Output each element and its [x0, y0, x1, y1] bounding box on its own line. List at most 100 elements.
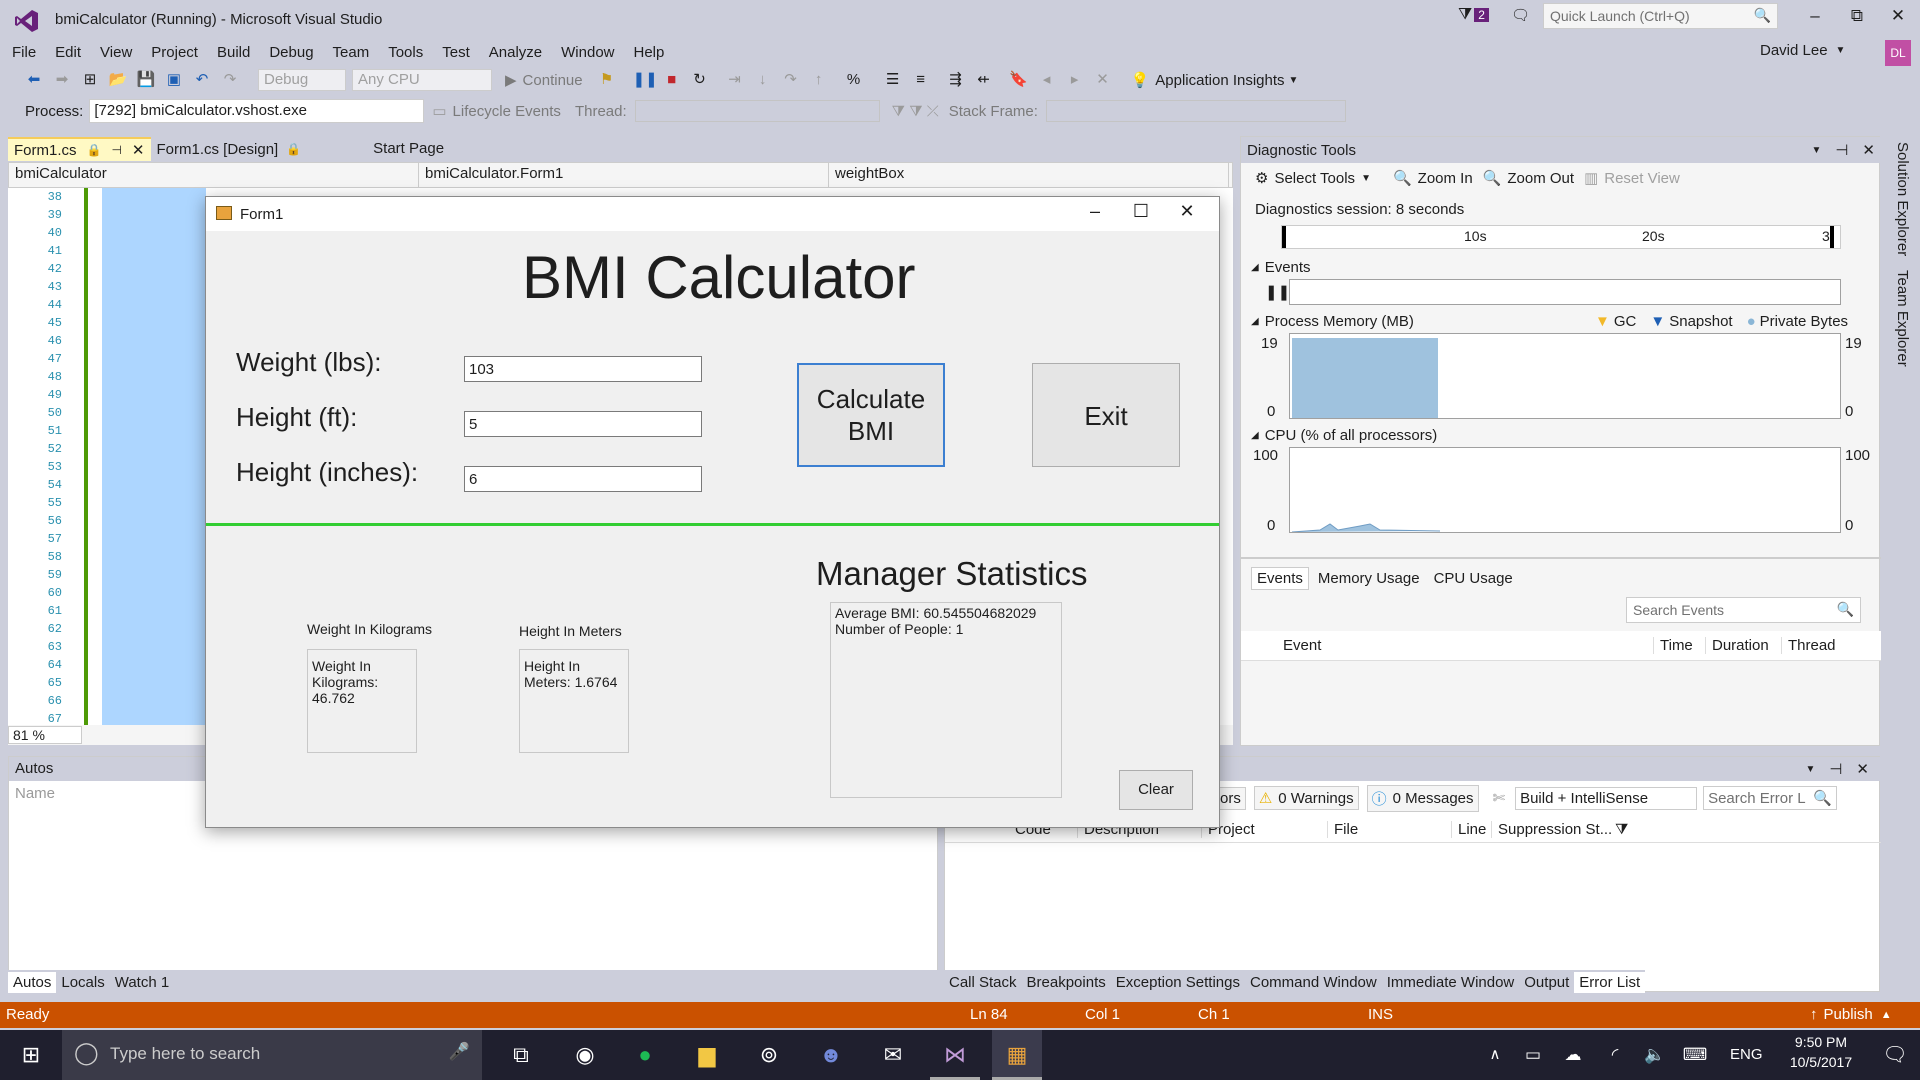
steam-icon[interactable]: ⊚	[744, 1030, 794, 1080]
height-ft-input[interactable]: 5	[464, 411, 702, 437]
form-minimize-button[interactable]: –	[1072, 201, 1118, 227]
tab-watch-1[interactable]: Watch 1	[110, 972, 174, 993]
warnings-filter[interactable]: ⚠ 0 Warnings	[1253, 786, 1359, 810]
timeline-ruler[interactable]: 10s 20s 3	[1281, 225, 1841, 249]
notifications-button[interactable]: ⧩ 2 🗨	[1458, 6, 1530, 24]
column-time[interactable]: Time	[1653, 637, 1705, 654]
tab-cpu-usage[interactable]: CPU Usage	[1429, 568, 1518, 589]
thread-dropdown[interactable]	[634, 100, 880, 122]
menu-help[interactable]: Help	[634, 44, 665, 61]
tab-solution-explorer[interactable]: Solution Explorer	[1894, 142, 1911, 256]
column-suppression[interactable]: Suppression St...	[1491, 821, 1615, 838]
tab-autos[interactable]: Autos	[8, 971, 57, 993]
column-name[interactable]: Name	[15, 785, 55, 802]
events-section[interactable]: ◢ Events	[1251, 259, 1311, 276]
clear-button[interactable]: Clear	[1119, 770, 1193, 810]
minimize-button[interactable]: –	[1795, 6, 1835, 26]
menu-build[interactable]: Build	[217, 44, 250, 61]
avatar[interactable]: DL	[1885, 40, 1911, 66]
hex-toggle-icon[interactable]: %	[843, 69, 865, 91]
chevron-down-icon[interactable]: ▼	[1811, 145, 1821, 156]
maximize-button[interactable]: ⧉	[1837, 6, 1877, 26]
select-tools-button[interactable]: ⚙ Select Tools ▼	[1255, 169, 1371, 188]
platform-dropdown[interactable]: Any CPU	[352, 69, 492, 91]
mail-icon[interactable]: ✉	[868, 1030, 918, 1080]
tab-error-list[interactable]: Error List	[1574, 971, 1646, 993]
windows-start-icon[interactable]: ⊞	[6, 1030, 56, 1080]
memory-section[interactable]: ◢ Process Memory (MB)	[1251, 313, 1414, 330]
restart-icon[interactable]: ↻	[689, 69, 711, 91]
clock[interactable]: 9:50 PM 10/5/2017	[1780, 1034, 1862, 1070]
show-next-statement-icon[interactable]: ⇥	[724, 69, 746, 91]
tab-team-explorer[interactable]: Team Explorer	[1894, 270, 1911, 367]
step-out-icon[interactable]: ↑	[808, 69, 830, 91]
open-file-icon[interactable]: 📂	[107, 69, 129, 91]
class-dropdown[interactable]: bmiCalculator.Form1	[419, 163, 829, 187]
lifecycle-events-dropdown[interactable]: Lifecycle Events	[453, 103, 561, 120]
weight-input[interactable]: 103	[464, 356, 702, 382]
close-icon[interactable]: ✕	[1856, 760, 1869, 778]
keyboard-icon[interactable]: ⌨	[1670, 1030, 1720, 1080]
tab-breakpoints[interactable]: Breakpoints	[1022, 972, 1111, 993]
outdent-icon[interactable]: ⇷	[973, 69, 995, 91]
stop-icon[interactable]: ■	[661, 69, 683, 91]
continue-button[interactable]: ▶ Continue	[505, 71, 583, 90]
prev-bookmark-icon[interactable]: ◂	[1036, 69, 1058, 91]
selected-code-block[interactable]	[102, 188, 206, 728]
menu-tools[interactable]: Tools	[388, 44, 423, 61]
pause-icon[interactable]: ❚❚	[633, 69, 658, 91]
menu-project[interactable]: Project	[151, 44, 198, 61]
tab-locals[interactable]: Locals	[56, 972, 109, 993]
chevron-down-icon[interactable]: ▼	[1805, 764, 1815, 775]
close-icon[interactable]: ✕	[1862, 141, 1875, 159]
zoom-in-button[interactable]: 🔍 Zoom In	[1393, 169, 1473, 188]
discord-icon[interactable]: ☻	[806, 1030, 856, 1080]
stack-frame-dropdown[interactable]	[1045, 100, 1346, 122]
pin-icon[interactable]: ⊣	[1829, 760, 1842, 778]
menu-analyze[interactable]: Analyze	[489, 44, 542, 61]
pause-icon[interactable]: ❚❚	[1265, 283, 1290, 301]
undo-icon[interactable]: ↶	[191, 69, 213, 91]
bookmark-icon[interactable]: 🔖	[1008, 69, 1030, 91]
zoom-out-button[interactable]: 🔍 Zoom Out	[1483, 169, 1574, 188]
taskbar-search-box[interactable]: ◯ Type here to search 🎤	[62, 1030, 482, 1080]
file-explorer-icon[interactable]: ▆	[682, 1030, 732, 1080]
menu-edit[interactable]: Edit	[55, 44, 81, 61]
calculate-bmi-button[interactable]: Calculate BMI	[797, 363, 945, 467]
indent-icon[interactable]: ⇶	[945, 69, 967, 91]
tab-start-page[interactable]: Start Page	[367, 137, 450, 161]
save-all-icon[interactable]: ▣	[163, 69, 185, 91]
member-dropdown[interactable]: weightBox	[829, 163, 1229, 187]
new-project-icon[interactable]: ⊞	[79, 69, 101, 91]
action-center-icon[interactable]: 🗨	[1870, 1030, 1920, 1080]
column-event[interactable]: Event	[1283, 637, 1653, 654]
cpu-section[interactable]: ◢ CPU (% of all processors)	[1251, 427, 1437, 444]
publish-button[interactable]: ↑ Publish ▲	[1810, 1006, 1892, 1023]
step-over-icon[interactable]: ↷	[780, 69, 802, 91]
form-maximize-button[interactable]: ☐	[1118, 201, 1164, 227]
tab-form1-cs[interactable]: Form1.cs 🔒 ⊣ ✕	[8, 137, 151, 161]
language-indicator[interactable]: ENG	[1730, 1046, 1763, 1063]
filter-icon[interactable]: ⧩ ⧩ ⤫	[892, 103, 939, 120]
menu-file[interactable]: File	[12, 44, 36, 61]
clear-filter-icon[interactable]: ✄	[1493, 789, 1506, 807]
messages-filter[interactable]: ⓘ 0 Messages	[1366, 784, 1479, 812]
save-icon[interactable]: 💾	[135, 69, 157, 91]
tab-immediate-window[interactable]: Immediate Window	[1382, 972, 1520, 993]
clear-bookmarks-icon[interactable]: ✕	[1092, 69, 1114, 91]
tab-call-stack[interactable]: Call Stack	[944, 972, 1022, 993]
column-file[interactable]: File	[1327, 821, 1451, 838]
pin-icon[interactable]: ⊣	[1835, 141, 1848, 159]
filter-icon[interactable]: ⧩	[1615, 821, 1628, 838]
build-filter-dropdown[interactable]: Build + IntelliSense	[1515, 786, 1698, 810]
process-icon[interactable]: ⚑	[596, 69, 618, 91]
tab-form1-design[interactable]: Form1.cs [Design] 🔒	[150, 137, 308, 161]
form-app-taskbar-icon[interactable]: ▦	[992, 1030, 1042, 1080]
exit-button[interactable]: Exit	[1032, 363, 1180, 467]
spotify-icon[interactable]: ●	[620, 1030, 670, 1080]
column-thread[interactable]: Thread	[1781, 637, 1851, 654]
column-duration[interactable]: Duration	[1705, 637, 1781, 654]
menu-window[interactable]: Window	[561, 44, 614, 61]
menu-debug[interactable]: Debug	[269, 44, 313, 61]
close-button[interactable]: ✕	[1878, 6, 1918, 26]
